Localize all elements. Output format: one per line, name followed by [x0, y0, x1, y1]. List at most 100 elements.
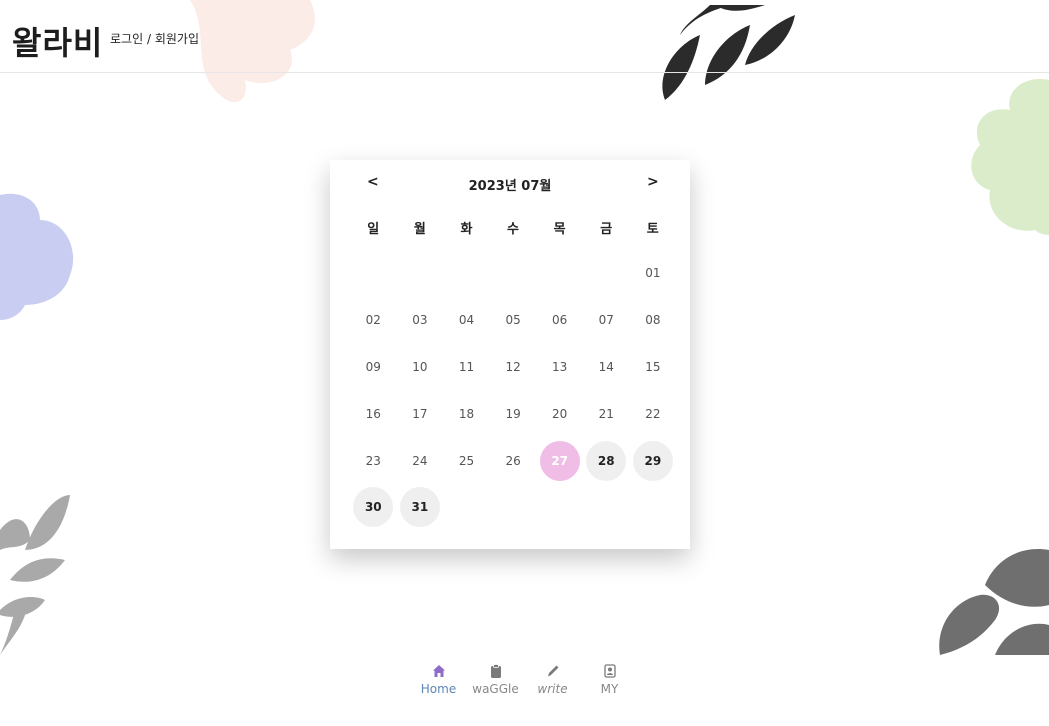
blue-flower-decoration [0, 193, 74, 320]
weekday-sat: 토 [646, 222, 659, 237]
signup-link[interactable]: 회원가입 [155, 32, 199, 46]
gray-leaf-decoration [0, 495, 70, 655]
calendar-day-number: 08 [645, 313, 661, 328]
calendar-day-number: 30 [353, 487, 394, 528]
calendar-day-cell[interactable]: 05 [490, 297, 537, 344]
calendar-day-cell[interactable]: 12 [490, 344, 537, 391]
weekday-mon: 월 [413, 222, 426, 237]
calendar-day-cell[interactable]: 01 [630, 250, 677, 297]
empty-day-cell [490, 250, 537, 297]
pencil-icon [547, 665, 558, 677]
calendar-day-cell[interactable]: 28 [583, 437, 630, 484]
calendar-day-cell[interactable]: 07 [583, 297, 630, 344]
calendar-day-cell[interactable]: 27 [536, 437, 583, 484]
calendar-day-cell[interactable]: 16 [350, 390, 397, 437]
calendar-month-title: 2023년 07월 [468, 179, 552, 194]
weekday-thu: 목 [553, 222, 566, 237]
empty-day-cell [350, 250, 397, 297]
empty-day-cell [583, 250, 630, 297]
weekday-sun: 일 [367, 222, 380, 237]
calendar-day-cell[interactable]: 22 [630, 390, 677, 437]
calendar-day-number: 24 [412, 453, 428, 468]
calendar-day-cell[interactable]: 15 [630, 344, 677, 391]
calendar-day-number: 10 [412, 359, 428, 374]
nav-waggle-label: waGGle [472, 682, 519, 696]
calendar-day-number: 11 [458, 359, 475, 374]
calendar-days-grid: 01 02 03 04 05 06 07 08 09 10 11 12 13 14 15 16 17 18 19 20… [350, 250, 676, 531]
calendar-day-cell[interactable]: 23 [350, 437, 397, 484]
calendar-day-number: 26 [505, 453, 521, 468]
calendar-day-cell[interactable]: 04 [443, 297, 490, 344]
calendar-day-number: 13 [552, 359, 568, 374]
calendar-day-cell[interactable]: 18 [443, 390, 490, 437]
calendar-day-number: 15 [645, 359, 661, 374]
top-header: 왈라비 로그인 / 회원가입 [0, 0, 1049, 73]
calendar-day-cell[interactable]: 13 [536, 344, 583, 391]
calendar-day-cell[interactable]: 06 [536, 297, 583, 344]
calendar-day-number: 12 [505, 359, 521, 374]
weekday-tue: 화 [460, 222, 473, 237]
calendar-day-cell[interactable]: 17 [397, 390, 444, 437]
calendar-day-cell[interactable]: 09 [350, 344, 397, 391]
weekday-fri: 금 [600, 222, 613, 237]
calendar-day-cell[interactable]: 24 [397, 437, 444, 484]
calendar-card: < 2023년 07월 > 일 월 화 수 목 금 토 01 02 03 04 05 06… [330, 160, 690, 549]
calendar-day-cell[interactable]: 14 [583, 344, 630, 391]
calendar-day-cell[interactable]: 26 [490, 437, 537, 484]
calendar-day-number: 06 [552, 313, 568, 328]
calendar-day-cell[interactable]: 21 [583, 390, 630, 437]
nav-my-label: MY [600, 682, 619, 696]
clipboard-icon [490, 664, 501, 678]
calendar-day-number: 21 [598, 406, 614, 421]
calendar-day-number: 29 [632, 440, 673, 481]
next-month-button[interactable]: > [647, 174, 659, 190]
calendar-day-number: 28 [586, 440, 627, 481]
calendar-day-number: 03 [412, 313, 428, 328]
calendar-day-number: 02 [365, 313, 381, 328]
calendar-day-number: 04 [458, 313, 475, 328]
auth-separator: / [146, 32, 151, 46]
nav-home-label: Home [420, 682, 457, 696]
calendar-day-cell[interactable]: 25 [443, 437, 490, 484]
home-icon [432, 665, 445, 677]
calendar-day-number: 20 [552, 406, 568, 421]
green-flower-decoration [971, 79, 1049, 235]
calendar-day-number: 27 [539, 440, 580, 481]
calendar-day-cell[interactable]: 20 [536, 390, 583, 437]
calendar-day-number: 16 [365, 406, 381, 421]
calendar-day-number: 17 [412, 406, 428, 421]
calendar-day-cell[interactable]: 03 [397, 297, 444, 344]
weekday-header-row: 일 월 화 수 목 금 토 [350, 218, 676, 237]
profile-icon [603, 664, 616, 678]
nav-write-label: write [537, 682, 568, 696]
empty-day-cell [397, 250, 444, 297]
calendar-day-number: 23 [365, 453, 381, 468]
nav-home[interactable]: Home [410, 664, 467, 708]
nav-write[interactable]: write [524, 664, 581, 708]
calendar-day-number: 19 [505, 406, 521, 421]
calendar-day-cell[interactable]: 08 [630, 297, 677, 344]
empty-day-cell [536, 250, 583, 297]
auth-links: 로그인 / 회원가입 [110, 30, 199, 47]
calendar-day-cell[interactable]: 11 [443, 344, 490, 391]
calendar-day-cell[interactable]: 31 [397, 484, 444, 531]
calendar-header: < 2023년 07월 > [330, 174, 690, 194]
calendar-day-cell[interactable]: 02 [350, 297, 397, 344]
calendar-day-number: 22 [645, 406, 661, 421]
nav-waggle[interactable]: waGGle [467, 664, 524, 708]
calendar-day-cell[interactable]: 29 [630, 437, 677, 484]
calendar-day-number: 31 [399, 487, 440, 528]
calendar-day-number: 09 [365, 359, 381, 374]
brand-logo[interactable]: 왈라비 [12, 18, 103, 64]
calendar-day-cell[interactable]: 10 [397, 344, 444, 391]
weekday-wed: 수 [507, 222, 519, 237]
calendar-day-number: 14 [598, 359, 614, 374]
calendar-day-cell[interactable]: 30 [350, 484, 397, 531]
calendar-day-number: 07 [598, 313, 614, 328]
bottom-navigation: Home waGGle write MY [410, 664, 640, 708]
calendar-day-number: 05 [505, 313, 521, 328]
login-link[interactable]: 로그인 [110, 32, 143, 46]
calendar-day-number: 01 [645, 266, 661, 281]
nav-my[interactable]: MY [581, 664, 638, 708]
calendar-day-cell[interactable]: 19 [490, 390, 537, 437]
